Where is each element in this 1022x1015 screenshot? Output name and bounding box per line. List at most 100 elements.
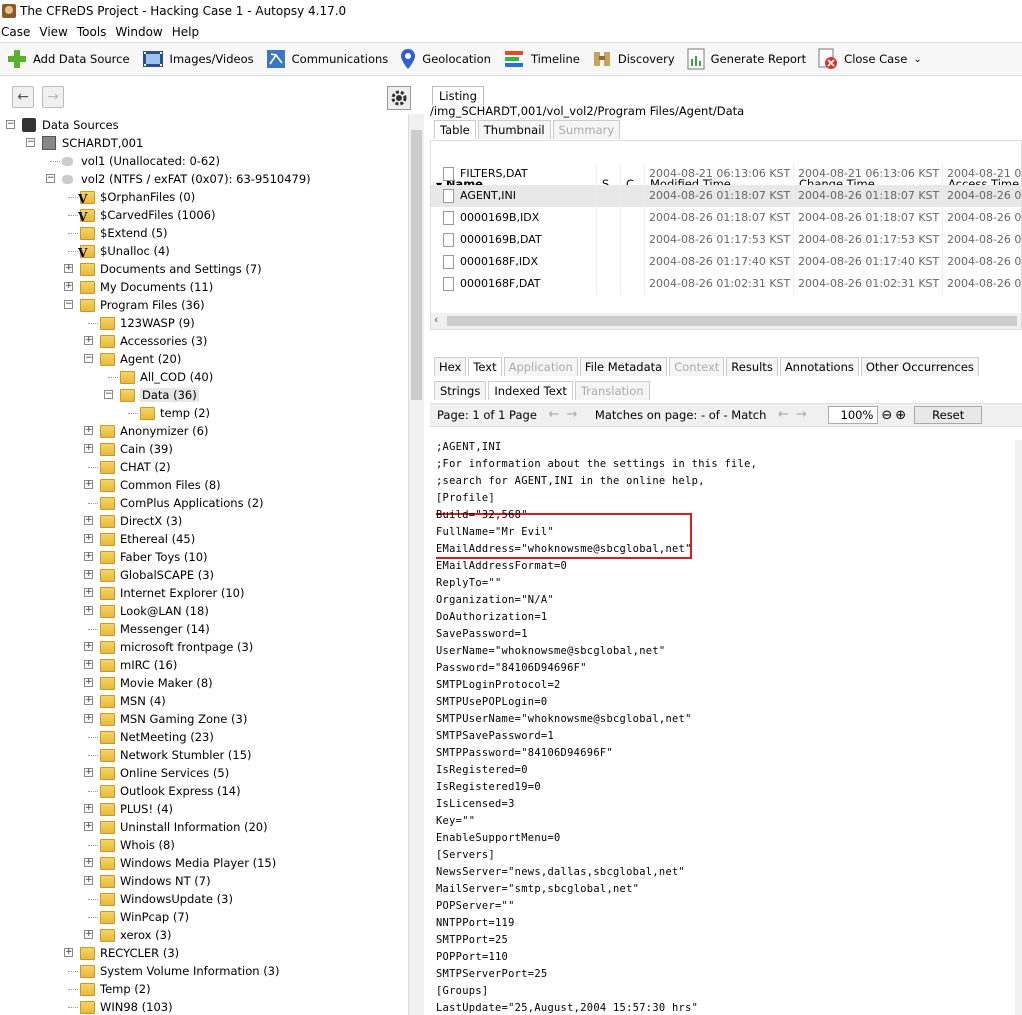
tree-node[interactable]: + GlobalSCAPE (3) (0, 566, 408, 584)
expand-icon[interactable]: + (84, 588, 93, 597)
tab-translation[interactable]: Translation (574, 381, 650, 400)
expand-icon[interactable]: + (84, 570, 93, 579)
expand-icon[interactable]: + (84, 858, 93, 867)
tab-context[interactable]: Context (669, 357, 725, 376)
tree-node[interactable]: Temp (2) (0, 980, 408, 998)
timeline-button[interactable]: Timeline (496, 44, 585, 74)
tree-node[interactable]: + Windows NT (7) (0, 872, 408, 890)
table-row[interactable]: 0000169B,IDX 2004-08-26 01:18:07 KST 2004-… (431, 207, 1021, 229)
expand-icon[interactable]: + (84, 768, 93, 777)
tab-hex[interactable]: Hex (434, 357, 467, 376)
expand-icon[interactable]: + (84, 804, 93, 813)
expand-icon[interactable]: + (84, 444, 93, 453)
menu-view[interactable]: View (38, 25, 73, 39)
tree-node[interactable]: + Cain (39) (0, 440, 408, 458)
table-horizontal-scrollbar[interactable]: ‹ (431, 313, 1021, 329)
tree-node[interactable]: − Data Sources (0, 116, 408, 134)
tab-table[interactable]: Table (434, 120, 476, 139)
discovery-button[interactable]: Discovery (585, 44, 680, 74)
menu-tools[interactable]: Tools (76, 25, 113, 39)
collapse-icon[interactable]: − (84, 354, 93, 363)
tree-node[interactable]: WindowsUpdate (3) (0, 890, 408, 908)
tree-node[interactable]: + Anonymizer (6) (0, 422, 408, 440)
tree-node[interactable]: NetMeeting (23) (0, 728, 408, 746)
settings-button[interactable] (387, 86, 411, 110)
tree-node[interactable]: − vol2 (NTFS / exFAT (0x07): 63-9510479) (0, 170, 408, 188)
expand-icon[interactable]: + (84, 696, 93, 705)
tab-listing[interactable]: Listing (432, 86, 484, 105)
tree-node[interactable]: + RECYCLER (3) (0, 944, 408, 962)
tree-node[interactable]: WIN98 (103) (0, 998, 408, 1015)
zoom-field[interactable]: 100% (828, 406, 879, 424)
tab-annotations[interactable]: Annotations (779, 357, 859, 376)
tree-node[interactable]: + MSN (4) (0, 692, 408, 710)
collapse-icon[interactable]: − (104, 390, 113, 399)
table-row[interactable]: FILTERS,DAT 2004-08-21 06:13:06 KST 2004-0… (431, 163, 1021, 185)
tree-node[interactable]: CHAT (2) (0, 458, 408, 476)
menu-case[interactable]: Case (0, 25, 36, 39)
tree-node[interactable]: $Extend (5) (0, 224, 408, 242)
tree-node[interactable]: + Ethereal (45) (0, 530, 408, 548)
tree-node[interactable]: − Program Files (36) (0, 296, 408, 314)
tab-strings[interactable]: Strings (434, 381, 487, 400)
expand-icon[interactable]: + (84, 642, 93, 651)
expand-icon[interactable]: + (64, 282, 73, 291)
tree-node[interactable]: $Unalloc (4) (0, 242, 408, 260)
table-scroll-thumb[interactable] (447, 316, 1017, 326)
images-videos-button[interactable]: Images/Videos (135, 44, 259, 74)
tree-node[interactable]: Outlook Express (14) (0, 782, 408, 800)
expand-icon[interactable]: + (84, 714, 93, 723)
expand-icon[interactable]: + (84, 516, 93, 525)
tree-node[interactable]: Messenger (14) (0, 620, 408, 638)
table-row[interactable]: AGENT,INI 2004-08-26 01:18:07 KST 2004-08-… (431, 185, 1021, 207)
tree-node[interactable]: + PLUS! (4) (0, 800, 408, 818)
back-button[interactable]: ← (12, 86, 34, 108)
tree-node[interactable]: 123WASP (9) (0, 314, 408, 332)
tab-summary[interactable]: Summary (552, 120, 621, 139)
tree-scroll-thumb[interactable] (411, 130, 422, 400)
tree-node[interactable]: + Uninstall Information (20) (0, 818, 408, 836)
tree-node[interactable]: temp (2) (0, 404, 408, 422)
menu-help[interactable]: Help (171, 25, 205, 39)
tree-node[interactable]: − Data (36) (0, 386, 408, 404)
expand-icon[interactable]: + (84, 606, 93, 615)
collapse-icon[interactable]: − (46, 174, 55, 183)
generate-report-button[interactable]: Generate Report (680, 44, 812, 74)
prev-page-button[interactable]: ← (545, 407, 563, 423)
scroll-left-icon[interactable]: ‹ (434, 313, 438, 326)
tree-node[interactable]: + mIRC (16) (0, 656, 408, 674)
tree-node[interactable]: + Accessories (3) (0, 332, 408, 350)
collapse-icon[interactable]: − (64, 300, 73, 309)
tree-node[interactable]: + Look@LAN (18) (0, 602, 408, 620)
tree-node[interactable]: + microsoft frontpage (3) (0, 638, 408, 656)
communications-button[interactable]: Communications (259, 44, 394, 74)
close-case-button[interactable]: Close Case ⌄ (811, 44, 927, 74)
tree-node[interactable]: ComPlus Applications (2) (0, 494, 408, 512)
tab-results[interactable]: Results (726, 357, 778, 376)
prev-match-button[interactable]: ← (774, 407, 792, 423)
tab-thumbnail[interactable]: Thumbnail (477, 120, 551, 139)
expand-icon[interactable]: + (84, 552, 93, 561)
tree-node[interactable]: vol1 (Unallocated: 0-62) (0, 152, 408, 170)
reset-button[interactable]: Reset (914, 406, 983, 424)
tab-indexed-text[interactable]: Indexed Text (488, 381, 573, 400)
zoom-out-icon[interactable]: ⊖ (881, 408, 892, 423)
tree-node[interactable]: + Documents and Settings (7) (0, 260, 408, 278)
expand-icon[interactable]: + (84, 822, 93, 831)
tree-vertical-scrollbar[interactable] (408, 114, 424, 1015)
tree-node[interactable]: System Volume Information (3) (0, 962, 408, 980)
expand-icon[interactable]: + (84, 660, 93, 669)
tree-node[interactable]: − Agent (20) (0, 350, 408, 368)
expand-icon[interactable]: + (84, 336, 93, 345)
next-match-button[interactable]: → (792, 407, 810, 423)
tree-node[interactable]: + MSN Gaming Zone (3) (0, 710, 408, 728)
table-row[interactable]: 0000169B,DAT 2004-08-26 01:17:53 KST 2004-… (431, 229, 1021, 251)
next-page-button[interactable]: → (563, 407, 581, 423)
expand-icon[interactable]: + (84, 930, 93, 939)
add-data-source-button[interactable]: Add Data Source (0, 44, 135, 74)
overflow-chevron-icon[interactable]: ⌄ (913, 54, 921, 65)
tree-node[interactable]: + Windows Media Player (15) (0, 854, 408, 872)
tree-node[interactable]: + Faber Toys (10) (0, 548, 408, 566)
tree-node[interactable]: WinPcap (7) (0, 908, 408, 926)
collapse-icon[interactable]: − (26, 138, 35, 147)
